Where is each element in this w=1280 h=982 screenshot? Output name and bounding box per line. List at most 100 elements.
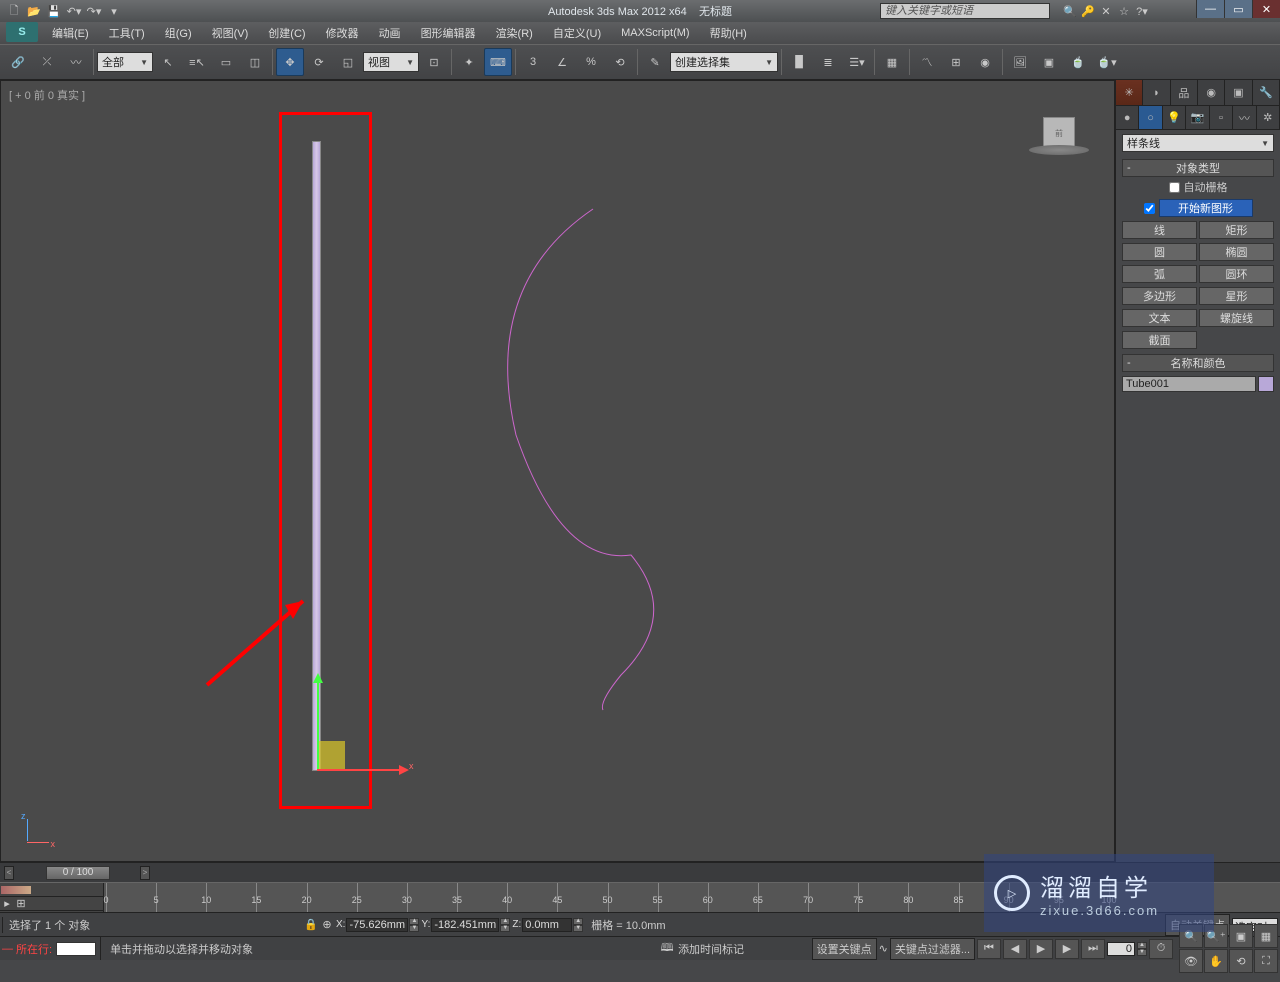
max-viewport-icon[interactable]: ⛶ [1254, 949, 1278, 973]
percent-snap-icon[interactable]: % [577, 48, 605, 76]
qat-save-icon[interactable]: 💾 [44, 2, 64, 20]
app-menu-icon[interactable]: S [6, 22, 38, 42]
time-slider[interactable]: 0 / 100 [46, 866, 110, 880]
angle-snap-icon[interactable]: ∠ [548, 48, 576, 76]
infocenter-exchange-icon[interactable]: ✕ [1098, 3, 1114, 19]
tab-create-icon[interactable]: ✳ [1116, 80, 1143, 105]
subtab-systems-icon[interactable]: ✲ [1257, 106, 1280, 129]
btn-ellipse[interactable]: 椭圆 [1199, 243, 1274, 261]
btn-text[interactable]: 文本 [1122, 309, 1197, 327]
named-selection-dropdown[interactable]: 创建选择集▼ [670, 52, 778, 72]
next-frame-icon[interactable]: ▶ [1055, 939, 1079, 959]
script-rec-icon[interactable]: — [2, 943, 12, 955]
menu-grapheditors[interactable]: 图形编辑器 [411, 22, 486, 44]
z-down-icon[interactable]: ▼ [573, 925, 583, 932]
btn-line[interactable]: 线 [1122, 221, 1197, 239]
gizmo-xy-plane[interactable] [317, 741, 345, 769]
menu-modifiers[interactable]: 修改器 [316, 22, 369, 44]
qat-undo-icon[interactable]: ↶▾ [64, 2, 84, 20]
start-new-shape-checkbox[interactable]: 开始新图形 [1122, 199, 1274, 217]
select-region-rect-icon[interactable]: ▭ [212, 48, 240, 76]
x-up-icon[interactable]: ▲ [409, 918, 419, 925]
btn-donut[interactable]: 圆环 [1199, 265, 1274, 283]
frame-up-icon[interactable]: ▲ [1137, 942, 1147, 949]
subtab-geometry-icon[interactable]: ● [1116, 106, 1139, 129]
subtab-shapes-icon[interactable]: ○ [1139, 106, 1162, 129]
menu-edit[interactable]: 编辑(E) [42, 22, 99, 44]
qat-more-icon[interactable]: ▾ [104, 2, 124, 20]
spinner-snap-icon[interactable]: ⟲ [606, 48, 634, 76]
btn-circle[interactable]: 圆 [1122, 243, 1197, 261]
bind-spacewarp-icon[interactable]: 〰 [62, 48, 90, 76]
menu-create[interactable]: 创建(C) [258, 22, 315, 44]
track-mini-icon[interactable] [1, 886, 31, 894]
tab-hierarchy-icon[interactable]: 品 [1171, 80, 1198, 105]
btn-helix[interactable]: 螺旋线 [1199, 309, 1274, 327]
subtab-lights-icon[interactable]: 💡 [1163, 106, 1186, 129]
zoom-extents-icon[interactable]: ▣ [1229, 924, 1253, 948]
select-window-crossing-icon[interactable]: ◫ [241, 48, 269, 76]
transform-typein-icon[interactable]: ⊕ [320, 918, 334, 932]
timeline-next-icon[interactable]: > [140, 866, 150, 880]
menu-render[interactable]: 渲染(R) [486, 22, 543, 44]
snap-toggle-icon[interactable]: 3 [519, 48, 547, 76]
time-config-icon[interactable]: ⏱ [1149, 939, 1173, 959]
help-search-input[interactable]: 键入关键字或短语 [880, 3, 1050, 19]
rollout-object-type[interactable]: -对象类型 [1122, 159, 1274, 177]
viewcube[interactable]: 前 [1024, 111, 1094, 181]
select-name-icon[interactable]: ≡↖ [183, 48, 211, 76]
tab-display-icon[interactable]: ▣ [1225, 80, 1252, 105]
mirror-icon[interactable]: ▐▌ [785, 48, 813, 76]
align-icon[interactable]: ≣ [814, 48, 842, 76]
key-filters-icon[interactable]: ∿ [879, 942, 888, 955]
render-setup-icon[interactable]: 🖼 [1006, 48, 1034, 76]
menu-tools[interactable]: 工具(T) [99, 22, 155, 44]
add-time-tag[interactable]: 添加时间标记 [678, 941, 744, 957]
maximize-button[interactable]: ▭ [1224, 0, 1252, 18]
btn-ngon[interactable]: 多边形 [1122, 287, 1197, 305]
ref-coord-dropdown[interactable]: 视图▼ [363, 52, 419, 72]
edit-named-sel-icon[interactable]: ✎ [641, 48, 669, 76]
schematic-view-icon[interactable]: ⊞ [942, 48, 970, 76]
tab-modify-icon[interactable]: ◗ [1143, 80, 1170, 105]
layers-icon[interactable]: ☰▾ [843, 48, 871, 76]
fov-icon[interactable]: 👁 [1179, 949, 1203, 973]
track-config-icon[interactable]: ⊞ [14, 897, 28, 910]
unlink-icon[interactable]: ⤫ [33, 48, 61, 76]
menu-animation[interactable]: 动画 [369, 22, 411, 44]
gizmo-x-axis[interactable] [317, 769, 401, 771]
btn-star[interactable]: 星形 [1199, 287, 1274, 305]
menu-maxscript[interactable]: MAXScript(M) [611, 22, 699, 44]
x-input[interactable]: -75.626mm [346, 918, 408, 932]
timeline-prev-icon[interactable]: < [4, 866, 14, 880]
goto-start-icon[interactable]: ⏮ [977, 939, 1001, 959]
setkey-toggle[interactable]: 设置关键点 [812, 938, 877, 960]
pivot-center-icon[interactable]: ⊡ [420, 48, 448, 76]
maxscript-input[interactable] [56, 942, 96, 956]
frame-down-icon[interactable]: ▼ [1137, 949, 1147, 956]
btn-section[interactable]: 截面 [1122, 331, 1197, 349]
y-up-icon[interactable]: ▲ [500, 918, 510, 925]
rotate-icon[interactable]: ⟳ [305, 48, 333, 76]
scale-icon[interactable]: ◱ [334, 48, 362, 76]
btn-arc[interactable]: 弧 [1122, 265, 1197, 283]
lock-icon[interactable]: 🔒 [304, 918, 318, 932]
minimize-button[interactable]: — [1196, 0, 1224, 18]
prev-frame-icon[interactable]: ◀ [1003, 939, 1027, 959]
subtab-cameras-icon[interactable]: 📷 [1186, 106, 1209, 129]
menu-group[interactable]: 组(G) [155, 22, 202, 44]
menu-view[interactable]: 视图(V) [202, 22, 259, 44]
infocenter-key-icon[interactable]: 🔑 [1080, 3, 1096, 19]
track-expand-icon[interactable]: ▸ [0, 897, 14, 910]
category-dropdown[interactable]: 样条线▼ [1122, 134, 1274, 152]
quick-render-prod-icon[interactable]: 🍵▾ [1093, 48, 1121, 76]
current-frame-input[interactable]: 0 [1107, 942, 1135, 956]
infocenter-search-icon[interactable]: 🔍 [1062, 3, 1078, 19]
auto-grid-checkbox[interactable]: 自动栅格 [1122, 179, 1274, 195]
subtab-helpers-icon[interactable]: ▫ [1210, 106, 1233, 129]
zoom-extents-all-icon[interactable]: ▦ [1254, 924, 1278, 948]
move-icon[interactable]: ✥ [276, 48, 304, 76]
x-down-icon[interactable]: ▼ [409, 925, 419, 932]
pan-icon[interactable]: ✋ [1204, 949, 1228, 973]
curve-editor-icon[interactable]: 〽 [913, 48, 941, 76]
